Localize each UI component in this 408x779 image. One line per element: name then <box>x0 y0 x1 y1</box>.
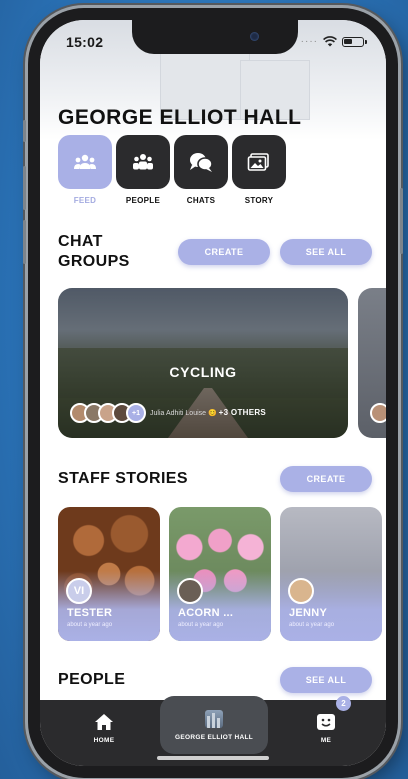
nav-people[interactable]: PEOPLE <box>116 135 170 205</box>
photo-icon <box>247 153 269 171</box>
story-time: about a year ago <box>67 622 113 628</box>
notification-badge: 2 <box>336 696 351 711</box>
member-avatars: +1 <box>70 403 146 423</box>
chat-group-card[interactable]: CYCLING +1 Julia Adhiti Louise 😊 +3 OTHE… <box>58 288 348 438</box>
mute-switch <box>23 120 26 142</box>
status-time: 15:02 <box>66 34 104 50</box>
avatar <box>177 578 203 604</box>
chat-groups-title-line2: GROUPS <box>58 253 130 270</box>
create-story-button[interactable]: CREATE <box>280 466 372 492</box>
staff-stories-title: STAFF STORIES <box>58 470 188 487</box>
see-all-people-button[interactable]: SEE ALL <box>280 667 372 693</box>
nav-chats[interactable]: CHATS <box>174 135 228 205</box>
wifi-icon <box>323 36 337 47</box>
power-button <box>400 188 403 254</box>
tab-home[interactable]: HOME <box>84 700 124 756</box>
nav-people-label: PEOPLE <box>125 196 161 205</box>
chat-group-name: CYCLING <box>169 364 237 380</box>
nav-story[interactable]: STORY <box>232 135 286 205</box>
home-icon <box>95 713 113 730</box>
chat-group-card-next[interactable] <box>358 288 386 438</box>
see-all-chat-groups-button[interactable]: SEE ALL <box>280 239 372 265</box>
member-emoji: 😊 <box>208 410 217 417</box>
home-indicator <box>157 756 269 760</box>
nav-feed-label: FEED <box>73 196 97 205</box>
hall-thumbnail-icon <box>205 709 223 728</box>
story-card[interactable]: JENNY about a year ago <box>280 507 382 641</box>
avatar <box>370 403 386 423</box>
tab-home-label: HOME <box>93 736 115 744</box>
story-time: about a year ago <box>178 622 224 628</box>
story-name: TESTER <box>67 607 113 619</box>
people-title: PEOPLE <box>58 671 126 688</box>
story-card[interactable]: ACORN ... about a year ago <box>169 507 271 641</box>
nav-feed[interactable]: FEED <box>58 135 112 205</box>
tab-hall[interactable]: GEORGE ELLIOT HALL <box>160 696 268 754</box>
page-title: GEORGE ELLIOT HALL <box>58 106 302 129</box>
chat-groups-title: CHAT GROUPS <box>58 232 130 272</box>
phone-frame: 15:02 ···· GEORGE ELLIOT HALL FEED PEOPL… <box>23 8 403 778</box>
others-count: +3 OTHERS <box>218 408 267 417</box>
nav-people-tile[interactable] <box>116 135 170 189</box>
story-name: ACORN ... <box>178 607 234 619</box>
nav-chats-label: CHATS <box>186 196 216 205</box>
battery-icon <box>342 36 367 47</box>
story-card[interactable]: VI TESTER about a year ago <box>58 507 160 641</box>
section-nav: FEED PEOPLE CHATS STORY <box>58 135 286 205</box>
member-names: Julia Adhiti Louise 😊 +3 OTHERS <box>150 408 266 417</box>
chat-bubbles-icon <box>190 153 213 172</box>
app-screen: 15:02 ···· GEORGE ELLIOT HALL FEED PEOPL… <box>40 20 386 766</box>
tab-me-label: ME <box>320 736 332 744</box>
story-name: JENNY <box>289 607 328 619</box>
volume-up-button <box>23 166 26 210</box>
create-chat-group-button[interactable]: CREATE <box>178 239 270 265</box>
chat-groups-title-line1: CHAT <box>58 233 103 250</box>
tab-hall-label: GEORGE ELLIOT HALL <box>175 733 253 741</box>
notch <box>132 20 298 54</box>
nav-chats-tile[interactable] <box>174 135 228 189</box>
nav-story-tile[interactable] <box>232 135 286 189</box>
story-time: about a year ago <box>289 622 335 628</box>
more-members-badge: +1 <box>126 403 146 423</box>
volume-down-button <box>23 220 26 264</box>
nav-story-label: STORY <box>244 196 274 205</box>
avatar: VI <box>66 578 92 604</box>
smiley-icon <box>317 713 335 730</box>
member-names-text: Julia Adhiti Louise <box>150 410 207 417</box>
people-group-icon <box>74 154 96 169</box>
nav-feed-tile[interactable] <box>58 135 112 189</box>
signal-icon: ···· <box>300 36 318 47</box>
people-icon <box>133 154 153 170</box>
avatar <box>288 578 314 604</box>
